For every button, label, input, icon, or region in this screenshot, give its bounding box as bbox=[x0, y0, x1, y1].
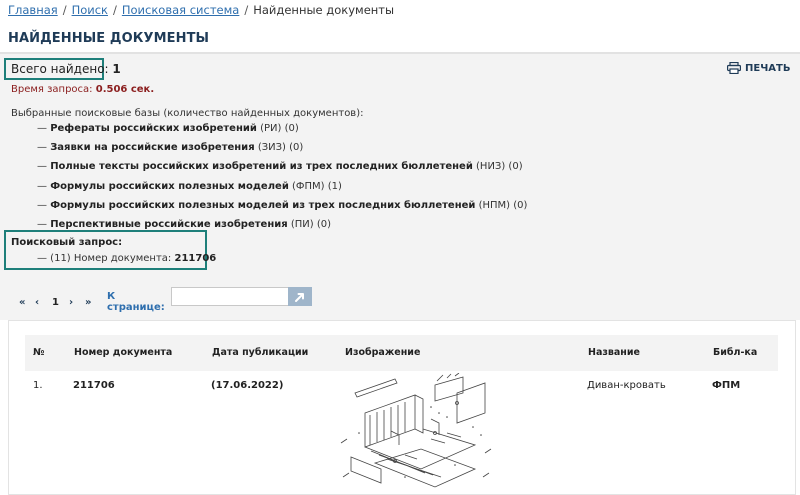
last-page-button[interactable]: » bbox=[85, 297, 107, 308]
arrow-icon bbox=[295, 292, 304, 302]
base-name: Полные тексты российских изобретений из … bbox=[50, 161, 473, 173]
list-dash: — bbox=[37, 199, 47, 211]
breadcrumb-search-link[interactable]: Поиск bbox=[72, 3, 108, 17]
list-item: — Рефераты российских изобретений (РИ) (… bbox=[37, 122, 527, 141]
breadcrumb-current: Найденные документы bbox=[253, 3, 395, 17]
search-bases-list: — Рефераты российских изобретений (РИ) (… bbox=[37, 122, 527, 237]
breadcrumb-separator: / bbox=[62, 3, 67, 17]
found-label: Всего найдено: bbox=[11, 62, 109, 76]
search-query-value: — (11) Номер документа: 211706 bbox=[37, 253, 216, 264]
row-title: Диван-кровать bbox=[587, 380, 666, 391]
first-page-button[interactable]: « bbox=[19, 297, 35, 308]
pagination: « ‹ 1 › » К странице: bbox=[19, 291, 169, 313]
page-number-input[interactable] bbox=[171, 287, 289, 306]
page-title: НАЙДЕННЫЕ ДОКУМЕНТЫ bbox=[8, 31, 210, 46]
list-item: — Полные тексты российских изобретений и… bbox=[37, 160, 527, 179]
list-item: — Заявки на российские изобретения (ЗИЗ)… bbox=[37, 141, 527, 160]
column-header-doc-number: Номер документа bbox=[74, 347, 173, 358]
base-code: (НПМ) (0) bbox=[478, 199, 528, 211]
list-dash: — bbox=[37, 161, 47, 173]
found-count: 1 bbox=[112, 62, 121, 76]
base-name: Перспективные российские изобретения bbox=[50, 218, 288, 230]
base-code: (ЗИЗ) (0) bbox=[257, 142, 304, 154]
base-name: Заявки на российские изобретения bbox=[50, 142, 255, 154]
base-name: Формулы российских полезных моделей из т… bbox=[50, 199, 476, 211]
search-query-text: — (11) Номер документа: bbox=[37, 253, 172, 264]
printer-icon bbox=[727, 62, 741, 74]
print-label: ПЕЧАТЬ bbox=[745, 62, 791, 74]
row-number: 1. bbox=[33, 380, 43, 391]
found-count-box: Всего найдено: 1 bbox=[4, 58, 121, 80]
base-code: (РИ) (0) bbox=[260, 123, 299, 134]
breadcrumb-search-system-link[interactable]: Поисковая система bbox=[122, 3, 239, 17]
next-page-button[interactable]: › bbox=[69, 297, 85, 308]
base-name: Формулы российских полезных моделей bbox=[50, 180, 289, 192]
breadcrumb-separator: / bbox=[244, 3, 249, 17]
list-dash: — bbox=[37, 218, 47, 230]
search-query-number: 211706 bbox=[174, 253, 217, 264]
search-query-box bbox=[4, 230, 207, 270]
list-item: — Формулы российских полезных моделей из… bbox=[37, 199, 527, 218]
base-code: (ФПМ) (1) bbox=[292, 180, 342, 192]
row-doc-number[interactable]: 211706 bbox=[73, 380, 115, 391]
query-time-value: 0.506 сек. bbox=[95, 84, 155, 95]
list-dash: — bbox=[37, 180, 47, 192]
to-page-label: К странице: bbox=[107, 291, 165, 313]
go-to-page-button[interactable] bbox=[288, 287, 312, 306]
search-bases-heading: Выбранные поисковые базы (количество най… bbox=[11, 108, 364, 119]
column-header-date: Дата публикации bbox=[212, 347, 309, 358]
column-header-image: Изображение bbox=[345, 347, 421, 358]
list-item: — Формулы российских полезных моделей (Ф… bbox=[37, 180, 527, 199]
row-date: (17.06.2022) bbox=[211, 380, 284, 391]
breadcrumb-home-link[interactable]: Главная bbox=[8, 3, 58, 17]
list-dash: — bbox=[37, 123, 47, 134]
base-name: Рефераты российских изобретений bbox=[50, 123, 257, 134]
column-header-title: Название bbox=[588, 347, 640, 358]
row-library: ФПМ bbox=[712, 380, 741, 391]
query-time-label: Время запроса: bbox=[11, 84, 93, 95]
column-header-library: Библ-ка bbox=[713, 347, 758, 358]
base-code: (ПИ) (0) bbox=[290, 218, 332, 230]
breadcrumb: Главная / Поиск / Поисковая система / Найденны… bbox=[8, 3, 394, 17]
search-query-label: Поисковый запрос: bbox=[11, 237, 123, 248]
column-header-number: № bbox=[33, 347, 45, 358]
table-header: № Номер документа Дата публикации Изобра… bbox=[25, 335, 778, 371]
base-code: (НИЗ) (0) bbox=[476, 161, 523, 173]
prev-page-button[interactable]: ‹ bbox=[35, 297, 52, 308]
list-dash: — bbox=[37, 142, 47, 154]
print-button[interactable]: ПЕЧАТЬ bbox=[727, 62, 790, 74]
query-time: Время запроса: 0.506 сек. bbox=[11, 84, 154, 95]
current-page-number[interactable]: 1 bbox=[52, 297, 69, 308]
breadcrumb-separator: / bbox=[113, 3, 117, 17]
document-drawing-thumbnail[interactable] bbox=[335, 373, 495, 493]
